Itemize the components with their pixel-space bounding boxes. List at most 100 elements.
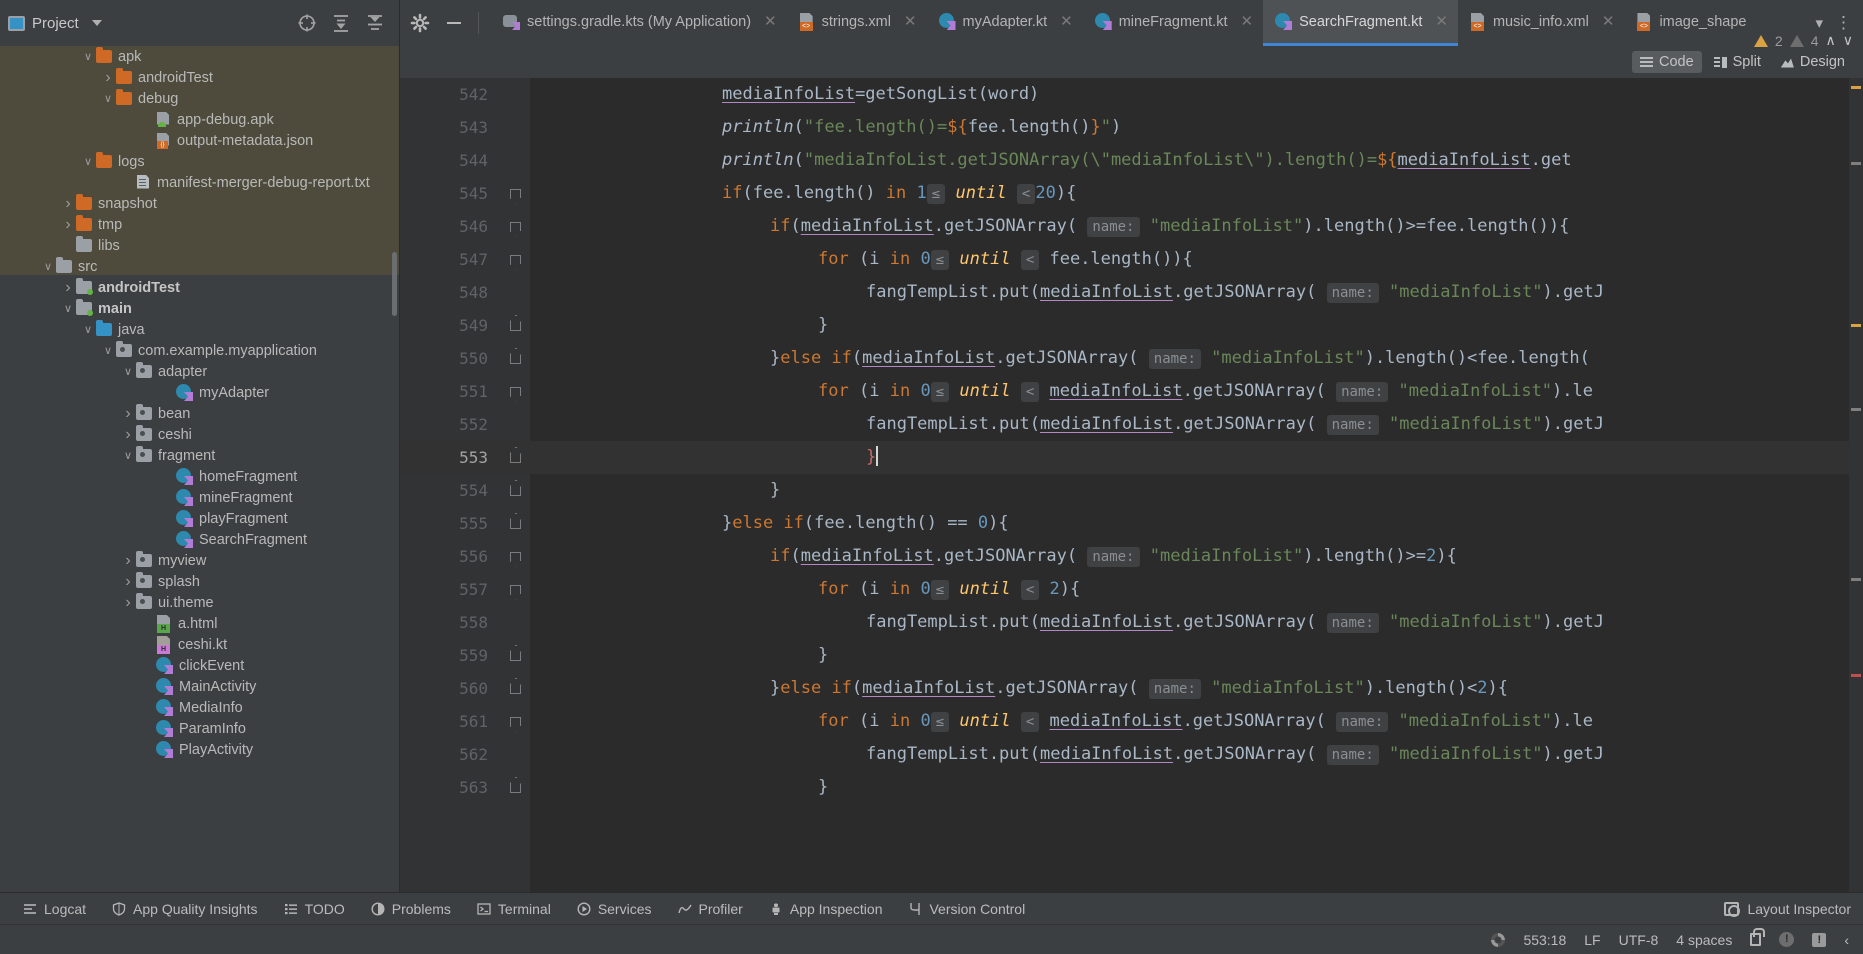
tab-list-chevron-down-icon[interactable]: ▾ <box>1815 14 1823 32</box>
editor-tab[interactable]: mineFragment.kt ✕ <box>1083 0 1263 46</box>
target-icon[interactable] <box>297 13 317 33</box>
code-fold-toggle[interactable] <box>500 441 530 474</box>
chevron-right-icon[interactable]: › <box>100 69 116 87</box>
notification-icon[interactable]: ! <box>1779 932 1795 947</box>
editor-tab[interactable]: SearchFragment.kt ✕ <box>1263 0 1458 46</box>
code-line[interactable]: } <box>530 639 1863 672</box>
tree-item[interactable]: › androidTest <box>0 67 399 88</box>
line-number[interactable]: 550 <box>400 342 500 375</box>
fold-open-icon[interactable] <box>509 716 521 727</box>
tree-item[interactable]: › splash <box>0 571 399 592</box>
tree-item[interactable]: ceshi.kt <box>0 634 399 655</box>
fold-close-icon[interactable] <box>509 782 521 793</box>
code-fold-toggle[interactable] <box>500 474 530 507</box>
tree-item[interactable]: manifest-merger-debug-report.txt <box>0 172 399 193</box>
marker-weak-warning[interactable] <box>1851 162 1861 165</box>
line-number[interactable]: 543 <box>400 111 500 144</box>
tree-item[interactable]: ∨ java <box>0 319 399 340</box>
error-stripe-markers[interactable] <box>1849 78 1863 892</box>
fold-open-icon[interactable] <box>509 254 521 265</box>
code-line[interactable]: for (i in 0 ≤ until < 2){ <box>530 573 1863 606</box>
chevron-right-icon[interactable]: › <box>120 405 136 423</box>
tool-window-problems[interactable]: Problems <box>358 901 464 917</box>
tool-window-profiler[interactable]: Profiler <box>665 901 756 917</box>
tree-item[interactable]: ∨ debug <box>0 88 399 109</box>
code-editor[interactable]: 542 543 544 545 546 547 548 549 550 551 552 553 554 5… <box>400 78 1863 892</box>
code-fold-toggle[interactable] <box>500 243 530 276</box>
tree-item[interactable]: a.html <box>0 613 399 634</box>
file-encoding[interactable]: UTF-8 <box>1619 932 1659 948</box>
tool-window-app-quality-insights[interactable]: App Quality Insights <box>99 901 271 917</box>
tree-item[interactable]: app-debug.apk <box>0 109 399 130</box>
marker-weak-warning[interactable] <box>1851 408 1861 411</box>
code-line[interactable]: mediaInfoList=getSongList(word) <box>530 78 1863 111</box>
project-tree-panel[interactable]: ∨apk›androidTest∨debugapp-debug.apkoutpu… <box>0 46 400 892</box>
indent-setting[interactable]: 4 spaces <box>1676 932 1732 948</box>
code-fold-toggle[interactable] <box>500 375 530 408</box>
tool-window-logcat[interactable]: Logcat <box>10 901 99 917</box>
tree-item[interactable]: › snapshot <box>0 193 399 214</box>
code-line[interactable]: }else if(fee.length() == 0){ <box>530 507 1863 540</box>
code-line[interactable]: if(mediaInfoList.getJSONArray( name: "me… <box>530 540 1863 573</box>
code-line[interactable]: for (i in 0 ≤ until < fee.length()){ <box>530 243 1863 276</box>
code-line[interactable]: if(mediaInfoList.getJSONArray( name: "me… <box>530 210 1863 243</box>
tree-item[interactable]: › tmp <box>0 214 399 235</box>
close-icon[interactable]: ✕ <box>904 14 917 29</box>
line-number[interactable]: 559 <box>400 639 500 672</box>
line-number[interactable]: 561 <box>400 705 500 738</box>
code-fold-toggle[interactable] <box>500 309 530 342</box>
code-fold-toggle[interactable] <box>500 177 530 210</box>
view-mode-code[interactable]: Code <box>1631 51 1702 73</box>
fold-open-icon[interactable] <box>509 584 521 595</box>
tool-window-services[interactable]: Services <box>564 901 665 917</box>
tool-window-app-inspection[interactable]: App Inspection <box>756 901 896 917</box>
tree-item[interactable]: ∨ apk <box>0 46 399 67</box>
chevron-right-icon[interactable]: › <box>60 216 76 234</box>
tree-item[interactable]: clickEvent <box>0 655 399 676</box>
widget-collapse-chevron-icon[interactable]: ‹ <box>1844 932 1849 948</box>
code-content[interactable]: mediaInfoList=getSongList(word) println("… <box>530 78 1863 892</box>
chevron-down-icon[interactable]: ∨ <box>40 260 56 273</box>
line-number[interactable]: 545 <box>400 177 500 210</box>
code-line[interactable]: fangTempList.put(mediaInfoList.getJSONAr… <box>530 606 1863 639</box>
code-folding-gutter[interactable] <box>500 78 530 892</box>
code-fold-toggle[interactable] <box>500 507 530 540</box>
chevron-down-icon[interactable]: ∨ <box>80 323 96 336</box>
code-fold-toggle[interactable] <box>500 705 530 738</box>
code-line[interactable]: }else if(mediaInfoList.getJSONArray( nam… <box>530 342 1863 375</box>
code-fold-toggle[interactable] <box>500 639 530 672</box>
marker-warning[interactable] <box>1851 324 1861 327</box>
code-line[interactable]: } <box>530 474 1863 507</box>
tree-item[interactable]: › ui.theme <box>0 592 399 613</box>
view-mode-design[interactable]: Design <box>1773 51 1853 73</box>
fold-open-icon[interactable] <box>509 551 521 562</box>
inspection-widget[interactable]: 2 4 ∧ ∨ <box>1753 32 1853 49</box>
tree-item[interactable]: SearchFragment <box>0 529 399 550</box>
chevron-down-icon[interactable]: ∨ <box>120 365 136 378</box>
code-line[interactable]: println("fee.length()=${fee.length()}") <box>530 111 1863 144</box>
tool-window-layout-inspector[interactable]: Layout Inspector <box>1711 901 1851 917</box>
fold-close-icon[interactable] <box>509 683 521 694</box>
chevron-down-icon[interactable]: ∨ <box>80 155 96 168</box>
line-number[interactable]: 548 <box>400 276 500 309</box>
editor-tab[interactable]: settings.gradle.kts (My Application) ✕ <box>491 0 787 46</box>
line-number[interactable]: 554 <box>400 474 500 507</box>
project-panel-title-group[interactable]: Project <box>8 15 102 32</box>
close-icon[interactable]: ✕ <box>1435 14 1448 29</box>
chevron-down-icon[interactable]: ∨ <box>80 50 96 63</box>
close-icon[interactable]: ✕ <box>1241 14 1254 29</box>
tree-item[interactable]: › myview <box>0 550 399 571</box>
tab-overflow-menu-icon[interactable]: ⋮ <box>1835 13 1853 33</box>
close-icon[interactable]: ✕ <box>1060 14 1073 29</box>
line-number[interactable]: 563 <box>400 771 500 804</box>
next-problem-chevron-down-icon[interactable]: ∨ <box>1843 32 1853 49</box>
code-fold-toggle[interactable] <box>500 342 530 375</box>
minimize-icon[interactable] <box>444 13 464 33</box>
tree-item[interactable]: ParamInfo <box>0 718 399 739</box>
chevron-down-icon[interactable]: ∨ <box>120 449 136 462</box>
tree-item[interactable]: ∨ logs <box>0 151 399 172</box>
editor-tab[interactable]: image_shape <box>1624 0 1756 46</box>
marker-error[interactable] <box>1851 674 1861 677</box>
chevron-right-icon[interactable]: › <box>60 195 76 213</box>
tree-item[interactable]: ∨ main <box>0 298 399 319</box>
